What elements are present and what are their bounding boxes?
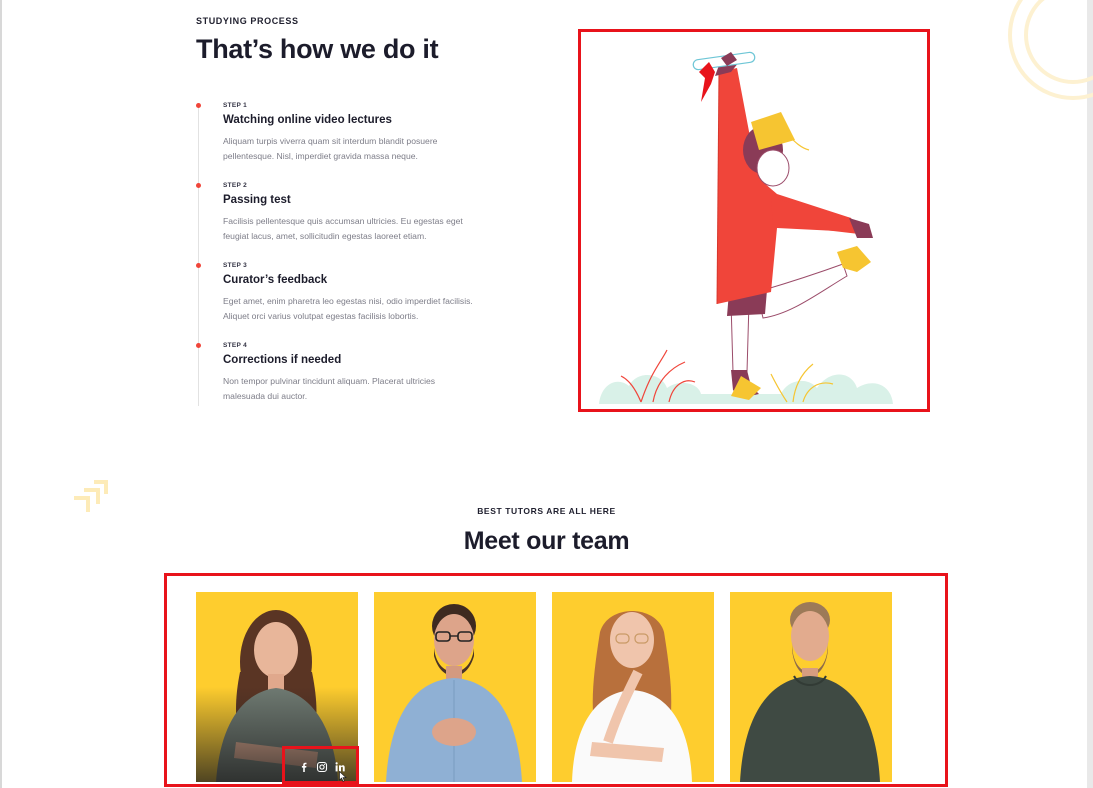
process-header: STUDYING PROCESS That’s how we do it [196, 16, 496, 65]
scrollbar-track[interactable] [1087, 0, 1093, 788]
step-description: Eget amet, enim pharetra leo egestas nis… [223, 296, 473, 321]
timeline-line [198, 106, 199, 406]
team-member-card[interactable] [374, 592, 536, 782]
step-title: Curator’s feedback [223, 274, 328, 286]
member-photo [740, 602, 880, 782]
step-dot [196, 103, 201, 108]
steps-timeline: STEP 1 Watching online video lectures Al… [196, 100, 486, 406]
facebook-icon[interactable] [298, 761, 310, 773]
step-title: Watching online video lectures [223, 114, 392, 126]
member-photo [386, 604, 522, 782]
step-number: STEP 1 [223, 102, 248, 109]
team-title: Meet our team [463, 527, 630, 555]
step-description: Aliquam turpis viverra quam sit interdum… [223, 136, 438, 161]
step-description: Facilisis pellentesque quis accumsan ult… [223, 216, 463, 241]
process-title: That’s how we do it [196, 34, 439, 64]
graduate-illustration [578, 29, 930, 412]
team-eyebrow: BEST TUTORS ARE ALL HERE [477, 506, 616, 516]
instagram-icon[interactable] [316, 761, 328, 773]
step-dot [196, 263, 201, 268]
step-number: STEP 3 [223, 262, 248, 269]
window-edge-left [0, 0, 2, 788]
step-number: STEP 2 [223, 182, 248, 189]
team-header: BEST TUTORS ARE ALL HERE Meet our team [0, 506, 1093, 556]
process-eyebrow: STUDYING PROCESS [196, 16, 299, 26]
team-member-card[interactable] [552, 592, 714, 782]
team-member-card[interactable] [730, 592, 892, 782]
mouse-cursor-icon [339, 771, 347, 782]
step-title: Passing test [223, 194, 291, 206]
step-title: Corrections if needed [223, 354, 342, 366]
step-description: Non tempor pulvinar tincidunt aliquam. P… [223, 376, 436, 401]
member-photo [572, 611, 692, 782]
step-number: STEP 4 [223, 342, 248, 349]
step-dot [196, 183, 201, 188]
step-dot [196, 343, 201, 348]
graduate-illustration-art [599, 51, 893, 404]
